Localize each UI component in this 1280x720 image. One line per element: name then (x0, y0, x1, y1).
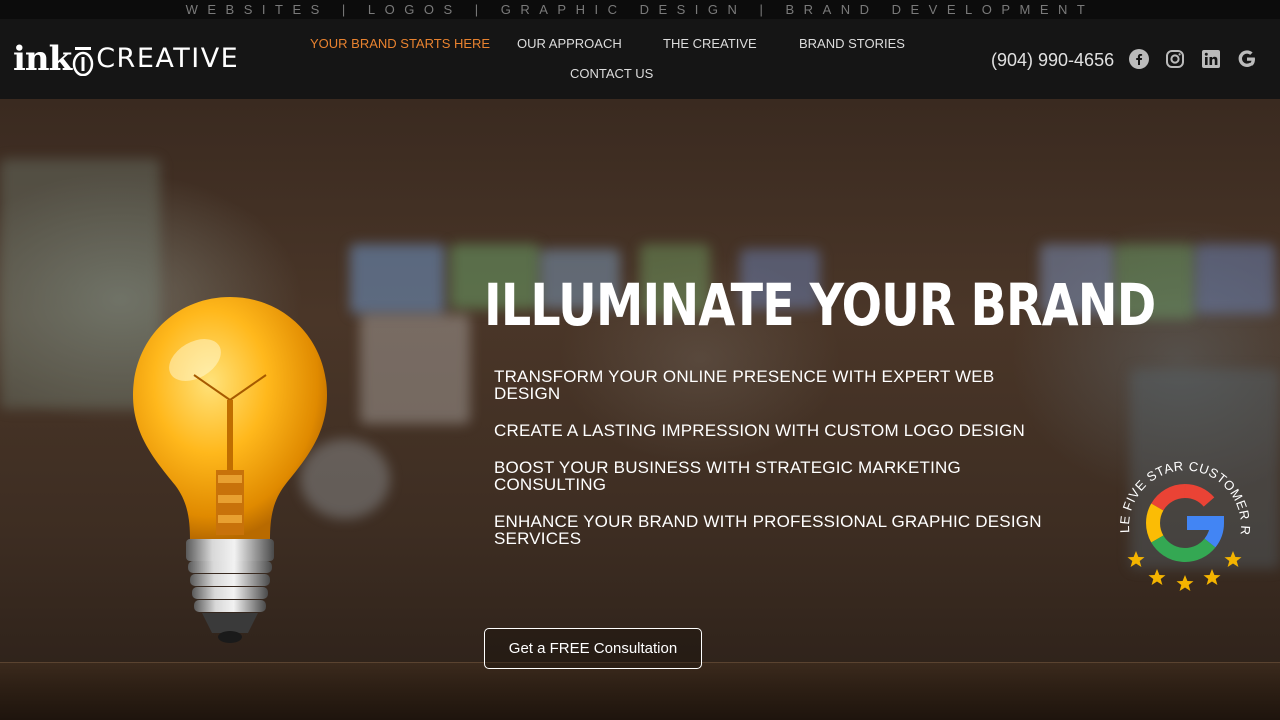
facebook-icon[interactable] (1128, 48, 1150, 70)
star-icon (1176, 575, 1194, 591)
google-five-star-badge: GOOGLE FIVE STAR CUSTOMER RATED! (1112, 445, 1253, 591)
bokeh-light (360, 314, 470, 424)
service-item-web-design: TRANSFORM YOUR ONLINE PRESENCE WITH EXPE… (494, 367, 995, 403)
google-g-icon (1146, 484, 1225, 562)
site-logo[interactable]: ink CREATIVE (13, 39, 239, 79)
star-icon (1127, 551, 1145, 567)
phone-number[interactable]: (904) 990-4656 (991, 49, 1114, 71)
service-item-logo-design: CREATE A LASTING IMPRESSION WITH CUSTOM … (494, 421, 1025, 440)
star-icon (1224, 551, 1242, 567)
free-consultation-button[interactable]: Get a FREE Consultation (484, 628, 702, 669)
google-icon[interactable] (1236, 48, 1258, 70)
linkedin-icon[interactable] (1200, 48, 1222, 70)
nav-our-approach[interactable]: OUR APPROACH (517, 36, 622, 52)
star-icon (1203, 569, 1221, 585)
instagram-icon[interactable] (1164, 48, 1186, 70)
nav-contact-us[interactable]: CONTACT US (570, 66, 653, 82)
nav-the-creative[interactable]: THE CREATIVE (663, 36, 757, 52)
tagline-bar: WEBSITES | LOGOS | GRAPHIC DESIGN | BRAN… (0, 0, 1280, 19)
logo-ink-text: ink (13, 39, 72, 79)
nav-your-brand-starts-here[interactable]: YOUR BRAND STARTS HERE (310, 36, 490, 52)
wooden-tabletop (0, 662, 1280, 720)
site-header: ink CREATIVE YOUR BRAND STARTS HERE OUR … (0, 19, 1280, 99)
bokeh-light (350, 244, 445, 314)
light-bulb-image (133, 297, 327, 643)
ink-drop-icon (72, 47, 94, 76)
bokeh-light (1195, 244, 1275, 314)
service-item-graphic-design: ENHANCE YOUR BRAND WITH PROFESSIONAL GRA… (494, 512, 1042, 548)
star-icon (1148, 569, 1166, 585)
service-item-marketing-consulting: BOOST YOUR BUSINESS WITH STRATEGIC MARKE… (494, 458, 961, 494)
logo-creative-text: CREATIVE (96, 43, 240, 74)
hero-title: ILLUMINATE YOUR BRAND (484, 271, 1156, 339)
nav-brand-stories[interactable]: BRAND STORIES (799, 36, 905, 52)
services-list: TRANSFORM YOUR ONLINE PRESENCE WITH EXPE… (494, 368, 1054, 547)
